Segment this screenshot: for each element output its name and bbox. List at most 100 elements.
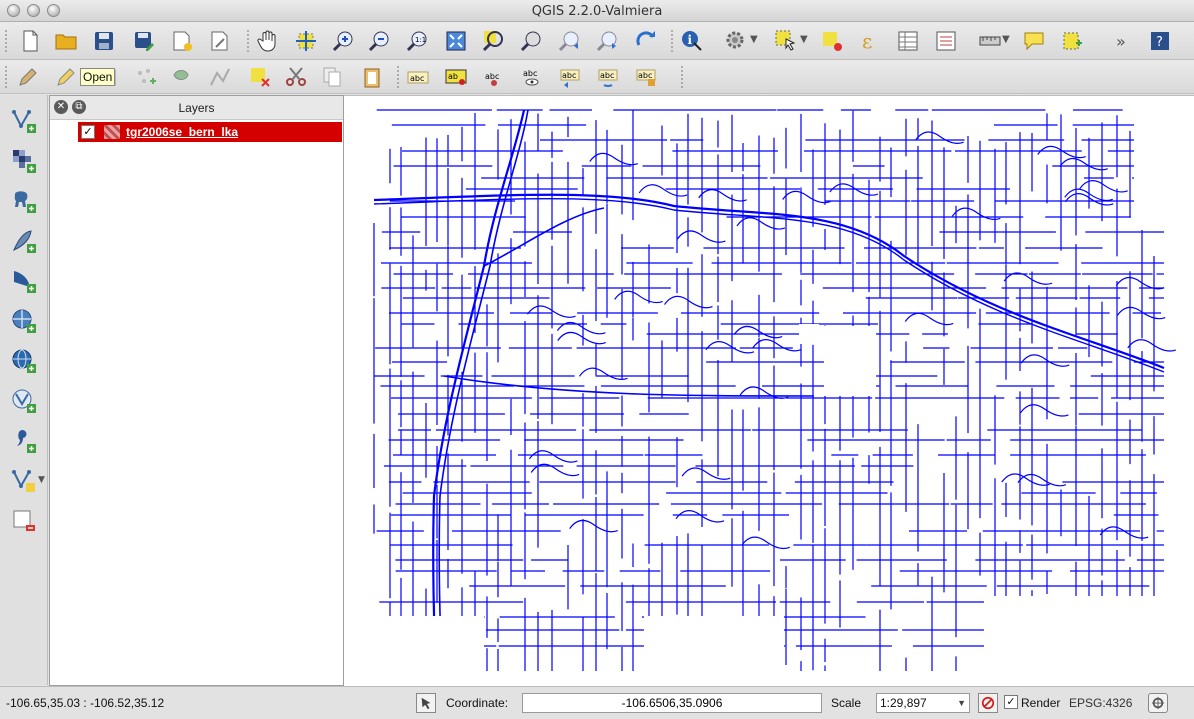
- copy-features-button[interactable]: [318, 63, 346, 91]
- add-wfs-layer-button[interactable]: [10, 387, 38, 415]
- coordinate-field[interactable]: [522, 693, 822, 713]
- toggle-extents-button[interactable]: [416, 693, 436, 713]
- pan-to-selection-button[interactable]: [292, 27, 320, 55]
- save-as-button[interactable]: [130, 27, 158, 55]
- new-project-button[interactable]: [16, 27, 44, 55]
- add-spatialite-layer-button[interactable]: [10, 227, 38, 255]
- change-label-button[interactable]: abc: [632, 63, 660, 91]
- statistics-button[interactable]: [932, 27, 960, 55]
- scale-combobox[interactable]: 1:29,897 ▼: [876, 693, 970, 713]
- show-hide-labels-button[interactable]: abc: [518, 63, 546, 91]
- node-tool-button[interactable]: [206, 63, 234, 91]
- rotate-label-button[interactable]: abc: [594, 63, 622, 91]
- zoom-actual-size-button[interactable]: 1:1: [404, 27, 432, 55]
- run-action-dropdown-arrow[interactable]: ▼: [750, 34, 758, 45]
- move-feature-button[interactable]: [168, 63, 196, 91]
- field-calculator-button[interactable]: ε: [856, 27, 884, 55]
- globe-icon: [12, 309, 36, 333]
- label-abc-icon: abc: [407, 71, 429, 84]
- crs-status-button[interactable]: EPSG:4326: [1069, 696, 1132, 710]
- add-mssql-layer-button[interactable]: [10, 267, 38, 295]
- remove-layer-button[interactable]: [10, 507, 38, 535]
- toolbar-grip[interactable]: [680, 65, 684, 89]
- zoom-to-layer-button[interactable]: [518, 27, 546, 55]
- refresh-button[interactable]: [632, 27, 660, 55]
- refresh-icon: [636, 31, 655, 46]
- add-raster-layer-button[interactable]: [10, 147, 38, 175]
- zoom-out-icon: [368, 31, 389, 52]
- main-toolbar: 1:1 i ▼ ▼ ε ▼ » ?: [0, 22, 1194, 60]
- title-bar: QGIS 2.2.0-Valmiera: [0, 0, 1194, 22]
- remove-layer-icon: [13, 510, 35, 531]
- render-checkbox[interactable]: ✓: [1004, 695, 1018, 709]
- zoom-last-button[interactable]: [556, 27, 584, 55]
- select-features-icon: [775, 30, 796, 51]
- paste-features-button[interactable]: [358, 63, 386, 91]
- open-project-button[interactable]: [52, 27, 80, 55]
- messages-button[interactable]: [1148, 693, 1168, 713]
- postgis-elephant-icon: [14, 191, 36, 213]
- add-wms-layer-button[interactable]: [10, 307, 38, 335]
- epsilon-icon: ε: [862, 29, 872, 53]
- scale-value: 1:29,897: [880, 696, 927, 710]
- zoom-to-selection-button[interactable]: [480, 27, 508, 55]
- toolbar-grip[interactable]: [4, 65, 8, 89]
- current-edits-button[interactable]: [14, 63, 42, 91]
- new-layer-dropdown-arrow[interactable]: ▼: [38, 475, 45, 485]
- help-button[interactable]: ?: [1146, 27, 1174, 55]
- status-bar: -106.65,35.03 : -106.52,35.12 Coordinate…: [0, 686, 1194, 719]
- move-feature-icon: [173, 70, 189, 80]
- add-vector-layer-button[interactable]: [10, 107, 38, 135]
- toggle-editing-button[interactable]: [52, 63, 80, 91]
- svg-text:abc: abc: [600, 71, 614, 80]
- label-tool-button[interactable]: abc: [404, 63, 432, 91]
- layer-visibility-checkbox[interactable]: ✓: [81, 125, 95, 139]
- attribute-table-button[interactable]: [894, 27, 922, 55]
- add-wcs-layer-button[interactable]: [10, 347, 38, 375]
- deselect-button[interactable]: [818, 27, 846, 55]
- toolbar-grip[interactable]: [396, 65, 400, 89]
- stop-render-button[interactable]: [978, 693, 998, 713]
- zoom-out-button[interactable]: [366, 27, 394, 55]
- move-label-button[interactable]: abc: [556, 63, 584, 91]
- identify-button[interactable]: i: [678, 27, 706, 55]
- wfs-icon: [12, 389, 36, 413]
- road-network-layer: [373, 109, 1177, 672]
- map-canvas[interactable]: [344, 95, 1194, 686]
- folder-icon: [55, 34, 77, 50]
- svg-text:i: i: [688, 33, 693, 47]
- layer-item[interactable]: ✓ tgr2006se_bern_lka: [78, 122, 342, 142]
- new-shapefile-layer-button[interactable]: [10, 467, 38, 495]
- new-print-composer-button[interactable]: [168, 27, 196, 55]
- cut-features-button[interactable]: [282, 63, 310, 91]
- delete-selected-button[interactable]: [246, 63, 274, 91]
- composer-manager-button[interactable]: [206, 27, 234, 55]
- add-postgis-layer-button[interactable]: [10, 187, 38, 215]
- add-feature-button[interactable]: [132, 63, 160, 91]
- save-project-button[interactable]: [90, 27, 118, 55]
- ruler-icon: [979, 36, 1001, 46]
- toolbar-grip[interactable]: [670, 29, 674, 53]
- svg-text:?: ?: [1156, 35, 1163, 50]
- mssql-sail-icon: [14, 271, 36, 293]
- new-bookmark-button[interactable]: [1058, 27, 1086, 55]
- select-dropdown-arrow[interactable]: ▼: [800, 34, 808, 45]
- add-delimited-text-layer-button[interactable]: [10, 427, 38, 455]
- label-pin-button[interactable]: ab: [442, 63, 470, 91]
- measure-button[interactable]: [976, 27, 1004, 55]
- toolbar-grip[interactable]: [246, 29, 250, 53]
- zoom-in-button[interactable]: [330, 27, 358, 55]
- select-features-button[interactable]: [772, 27, 800, 55]
- label-highlight-button[interactable]: abc: [480, 63, 508, 91]
- measure-dropdown-arrow[interactable]: ▼: [1002, 34, 1010, 45]
- pencil-stack-icon: [19, 68, 37, 86]
- delete-selected-icon: [251, 68, 270, 87]
- zoom-next-button[interactable]: [594, 27, 622, 55]
- zoom-full-button[interactable]: [442, 27, 470, 55]
- pan-button[interactable]: [254, 27, 282, 55]
- toolbar-grip[interactable]: [4, 29, 8, 53]
- open-tooltip: Open: [80, 68, 116, 86]
- toolbar-overflow-button[interactable]: »: [1116, 32, 1126, 51]
- run-action-button[interactable]: [722, 27, 750, 55]
- map-tips-button[interactable]: [1020, 27, 1048, 55]
